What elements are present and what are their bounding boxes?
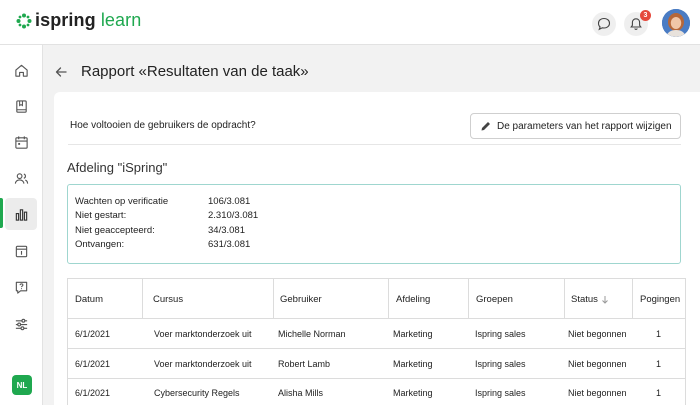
user-initials-badge[interactable]: NL <box>12 375 32 395</box>
column-divider <box>632 279 633 319</box>
cell-course[interactable]: Voer marktonderzoek uit <box>154 329 252 339</box>
sidebar-item-reports[interactable] <box>5 198 37 230</box>
sort-down-icon[interactable] <box>601 295 609 304</box>
sidebar-item-calendar[interactable] <box>5 126 37 158</box>
stat-value: 106/3.081 <box>208 196 251 207</box>
bar-chart-icon <box>15 208 27 221</box>
back-button[interactable] <box>53 64 69 80</box>
cell-groups: Ispring sales <box>475 359 526 369</box>
sidebar: NL <box>0 45 43 405</box>
report-question: Hoe voltooien de gebruikers de opdracht? <box>70 120 256 131</box>
sidebar-item-info[interactable] <box>5 235 37 267</box>
cell-department: Marketing <box>393 359 433 369</box>
cell-date: 6/1/2021 <box>75 388 111 398</box>
pencil-icon <box>481 122 490 131</box>
app-logo[interactable]: ispring learn <box>16 10 141 31</box>
top-bar: ispring learn 3 <box>0 0 700 45</box>
chat-button[interactable] <box>592 12 616 36</box>
column-divider <box>468 279 469 319</box>
page-title: Rapport «Resultaten van de taak» <box>81 63 309 80</box>
cell-status: Niet begonnen <box>568 329 627 339</box>
home-icon <box>14 64 28 77</box>
column-header-course[interactable]: Cursus <box>153 279 183 319</box>
cell-attempts: 1 <box>656 359 662 369</box>
info-icon <box>15 245 27 257</box>
divider <box>68 144 681 145</box>
column-header-department[interactable]: Afdeling <box>396 279 430 319</box>
row-divider <box>68 378 685 379</box>
stat-value: 631/3.081 <box>208 239 251 250</box>
cell-department: Marketing <box>393 388 433 398</box>
column-header-status-label: Status <box>571 293 598 305</box>
sidebar-item-users[interactable] <box>5 162 37 194</box>
cell-attempts: 1 <box>656 388 662 398</box>
sidebar-item-courses[interactable] <box>5 90 37 122</box>
cell-course[interactable]: Voer marktonderzoek uit <box>154 359 252 369</box>
stat-value: 2.310/3.081 <box>208 210 259 221</box>
notification-badge: 3 <box>640 10 651 21</box>
book-icon <box>15 99 27 113</box>
cell-department: Marketing <box>393 329 433 339</box>
sidebar-item-help[interactable] <box>5 271 37 303</box>
column-header-date[interactable]: Datum <box>75 279 103 319</box>
column-divider <box>388 279 389 319</box>
stat-label: Ontvangen: <box>75 239 125 250</box>
change-parameters-label: De parameters van het rapport wijzigen <box>497 120 672 132</box>
cell-groups: Ispring sales <box>475 388 526 398</box>
logo-text-ispring: ispring <box>35 10 96 30</box>
logo-text-learn: learn <box>100 10 142 30</box>
avatar[interactable] <box>662 9 690 37</box>
users-icon <box>14 172 28 184</box>
cell-status: Niet begonnen <box>568 388 627 398</box>
sidebar-active-indicator <box>0 198 3 228</box>
column-divider <box>142 279 143 319</box>
column-header-attempts[interactable]: Pogingen <box>640 279 680 319</box>
arrow-left-icon <box>55 67 67 77</box>
column-divider <box>273 279 274 319</box>
stat-label: Niet geaccepteerd: <box>75 225 155 236</box>
column-divider <box>564 279 565 319</box>
column-header-groups[interactable]: Groepen <box>476 279 513 319</box>
cell-course[interactable]: Cybersecurity Regels <box>154 388 240 398</box>
column-header-user[interactable]: Gebruiker <box>280 279 322 319</box>
cell-attempts: 1 <box>656 329 662 339</box>
cell-date: 6/1/2021 <box>75 329 111 339</box>
change-parameters-button[interactable]: De parameters van het rapport wijzigen <box>470 113 681 139</box>
cell-status: Niet begonnen <box>568 359 627 369</box>
stat-value: 34/3.081 <box>208 225 245 236</box>
logo-icon <box>16 13 32 28</box>
stat-label: Wachten op verificatie <box>75 196 169 207</box>
cell-user[interactable]: Robert Lamb <box>278 359 330 369</box>
cell-date: 6/1/2021 <box>75 359 111 369</box>
results-table: Datum Cursus Gebruiker Afdeling Groepen … <box>67 278 686 405</box>
user-avatar-image <box>662 9 690 37</box>
sidebar-item-settings[interactable] <box>5 308 37 340</box>
calendar-icon <box>14 135 28 149</box>
cell-groups: Ispring sales <box>475 329 526 339</box>
stat-label: Niet gestart: <box>75 210 127 221</box>
cell-user[interactable]: Michelle Norman <box>278 329 346 339</box>
department-title: Afdeling "iSpring" <box>67 160 168 175</box>
sidebar-item-home[interactable] <box>5 54 37 86</box>
row-divider <box>68 348 685 349</box>
sliders-icon <box>15 318 27 330</box>
row-divider <box>68 318 685 319</box>
column-header-status[interactable]: Status <box>571 279 609 319</box>
chat-icon <box>597 17 611 31</box>
help-icon <box>15 281 27 294</box>
cell-user[interactable]: Alisha Mills <box>278 388 323 398</box>
